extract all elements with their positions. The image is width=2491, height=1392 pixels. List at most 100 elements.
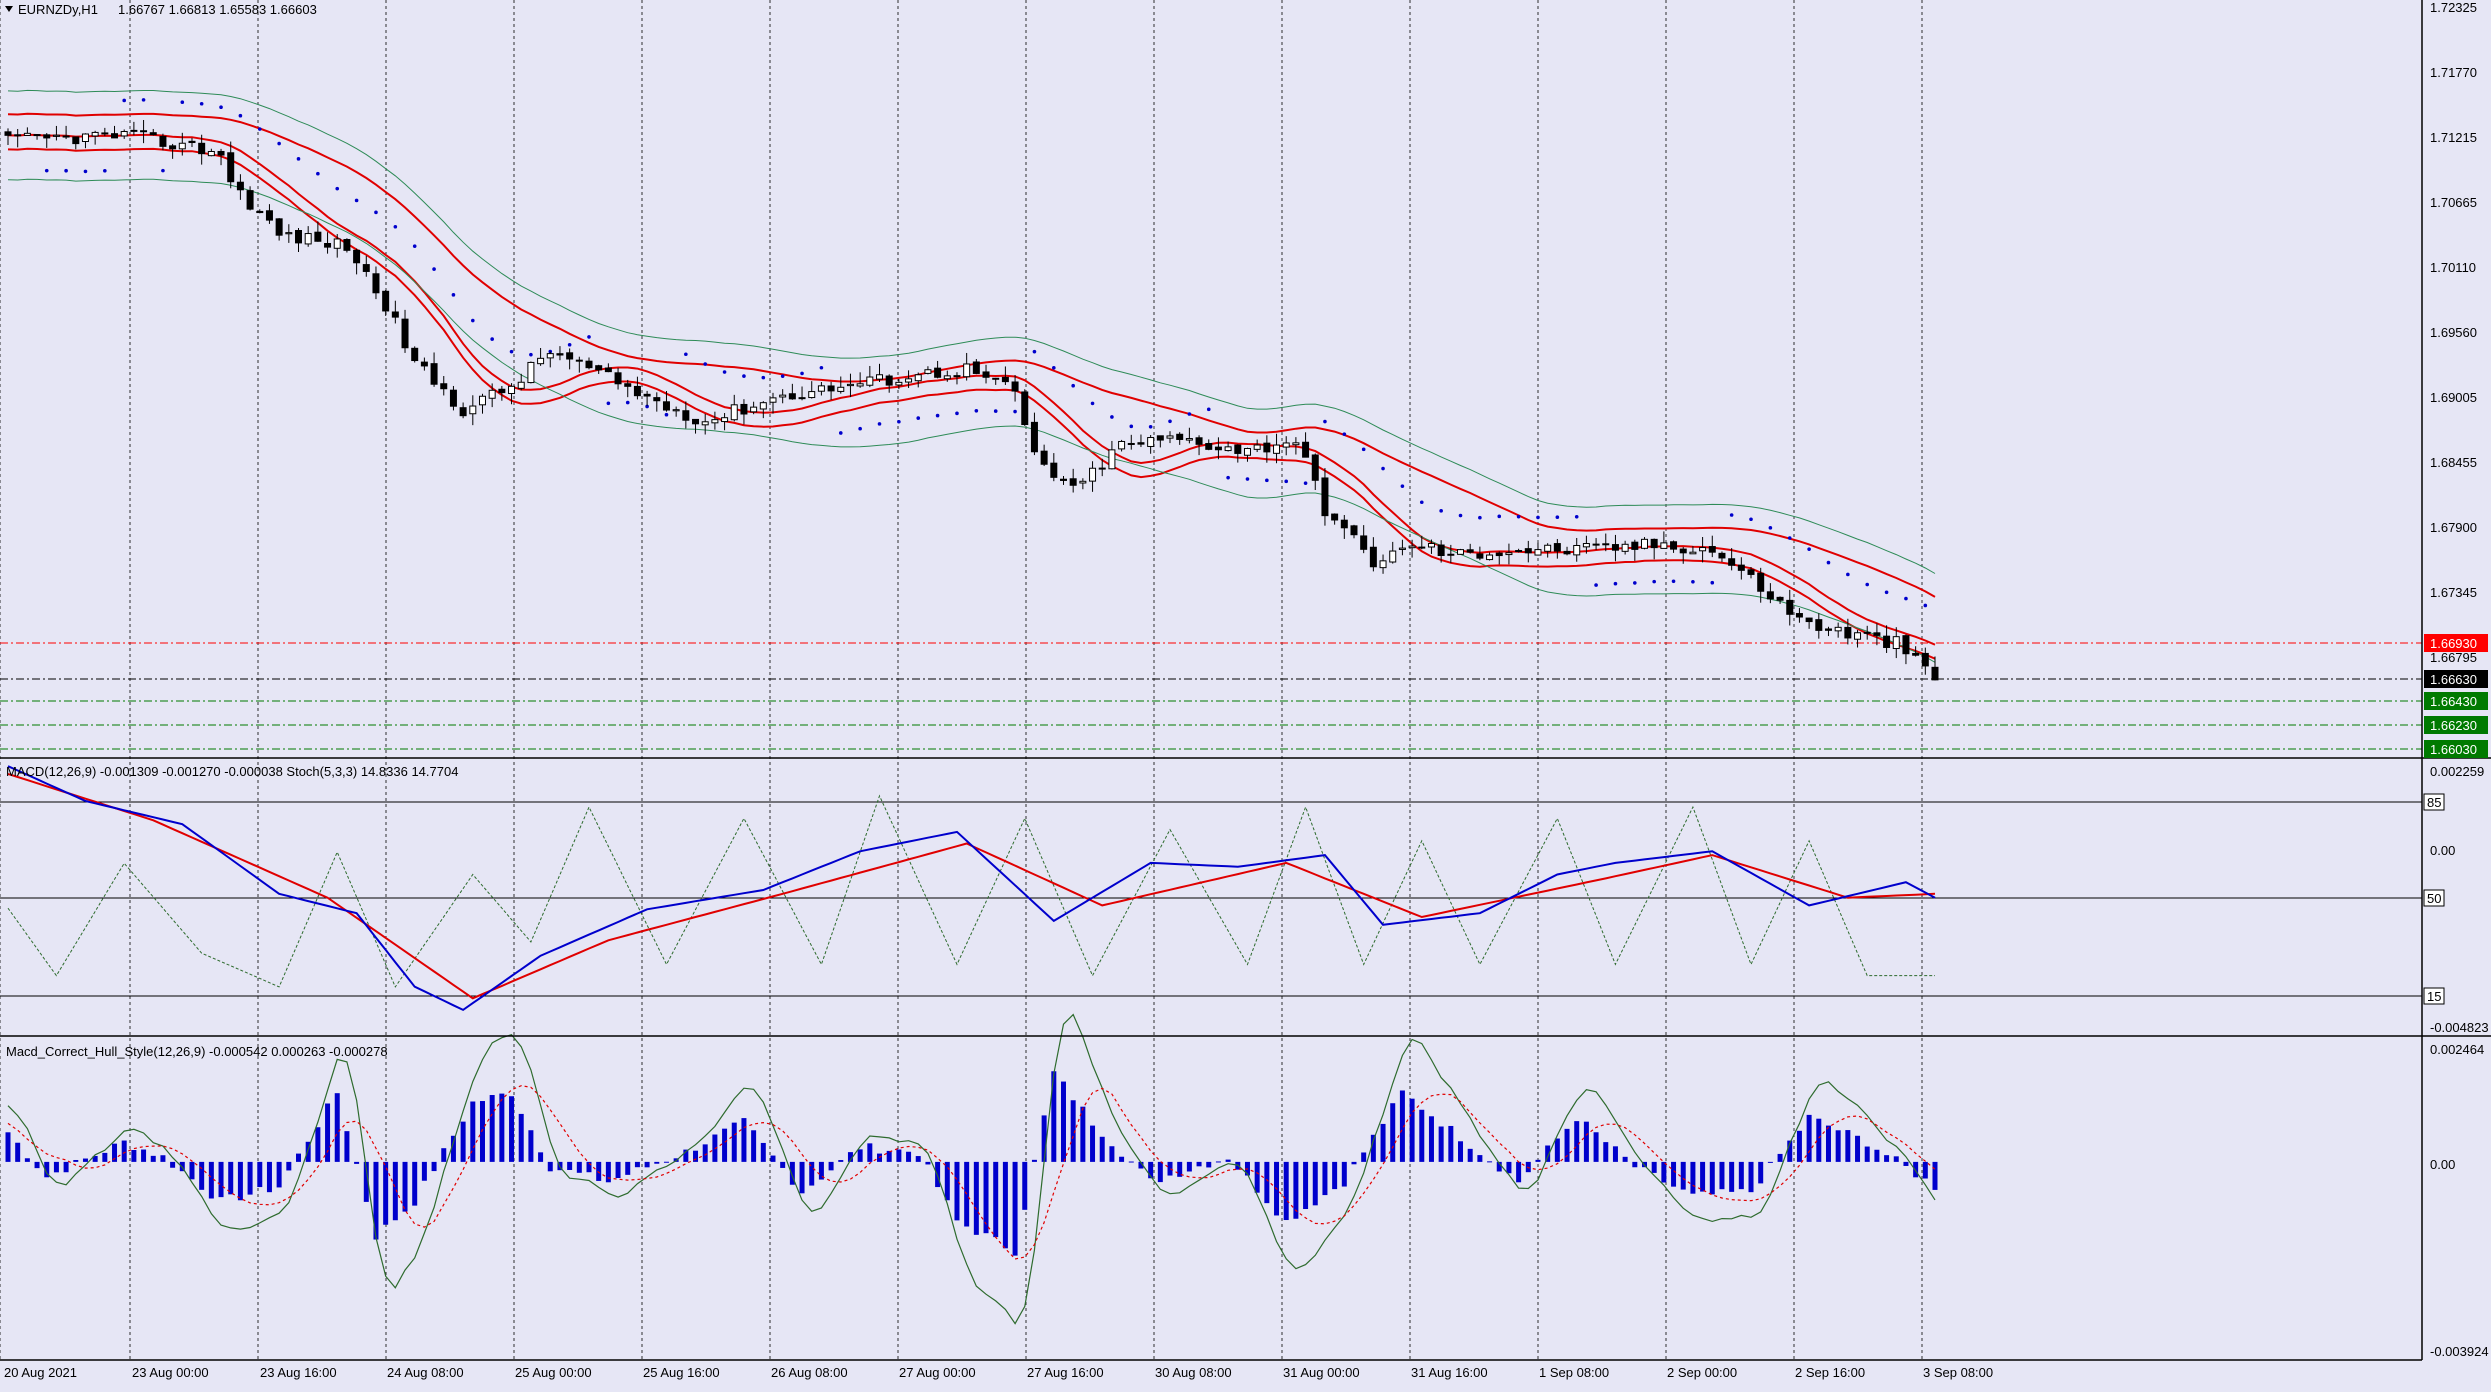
histogram-bar (1312, 1161, 1318, 1206)
sar-dot (1574, 514, 1579, 519)
sar-dot (819, 365, 824, 370)
histogram-bar (615, 1161, 621, 1179)
candle-body (401, 318, 409, 349)
candle-body (23, 132, 31, 136)
candle-body (420, 361, 428, 367)
time-tick: 30 Aug 08:00 (1155, 1365, 1232, 1380)
histogram-bar (1215, 1161, 1221, 1163)
sar-dot (490, 337, 494, 341)
candle-body (876, 374, 884, 380)
hull-tick: 0.00 (2430, 1157, 2455, 1172)
price-tick: 1.67345 (2430, 585, 2477, 600)
histogram-bar (479, 1101, 485, 1162)
candle-body (1737, 564, 1745, 571)
candle-body (33, 134, 41, 137)
hull-tick: -0.003924 (2430, 1344, 2489, 1359)
candle-body (837, 386, 845, 392)
histogram-bar (1622, 1156, 1628, 1162)
sar-dot (1245, 477, 1250, 481)
histogram-bar (1893, 1156, 1899, 1162)
candle-body (1369, 546, 1377, 568)
candle-body (4, 131, 12, 136)
histogram-bar (1516, 1161, 1522, 1183)
histogram-bar (208, 1161, 214, 1199)
candle-body (1408, 545, 1416, 549)
sar-dot (1013, 409, 1017, 414)
sar-dot (1923, 603, 1928, 608)
histogram-bar (838, 1160, 844, 1162)
histogram-bar (1303, 1161, 1309, 1210)
candle-body (740, 403, 748, 415)
histogram-bar (867, 1143, 873, 1162)
histogram-bar (102, 1152, 108, 1162)
sar-dot (684, 352, 688, 357)
candle-body (1824, 628, 1832, 631)
histogram-bar (63, 1161, 69, 1173)
time-tick: 23 Aug 00:00 (132, 1365, 209, 1380)
histogram-bar (1816, 1118, 1822, 1162)
candle-body (236, 181, 244, 191)
sar-dot (838, 431, 843, 435)
sar-dot (103, 168, 107, 173)
histogram-bar (5, 1132, 11, 1162)
histogram-bar (518, 1113, 524, 1162)
candle-body (275, 218, 283, 236)
sar-dot (432, 267, 436, 271)
histogram-bar (1574, 1121, 1580, 1162)
candle-body (1854, 632, 1862, 640)
histogram-bar (1419, 1109, 1425, 1162)
sar-dot (1652, 579, 1656, 584)
histogram-bar (431, 1161, 437, 1172)
sar-dot (471, 318, 475, 323)
candle-body (1340, 519, 1348, 529)
candle-body (1437, 544, 1445, 556)
sar-dot (374, 210, 378, 215)
histogram-bar (1428, 1116, 1434, 1162)
sar-dot (625, 400, 630, 405)
candle-body (895, 381, 903, 386)
histogram-bar (731, 1122, 737, 1162)
histogram-bar (315, 1127, 321, 1162)
candle-body (440, 383, 448, 390)
histogram-bar (1041, 1115, 1047, 1162)
candle-body (827, 385, 835, 392)
candle-body (314, 231, 322, 242)
histogram-bar (663, 1161, 669, 1163)
histogram-bar (596, 1161, 602, 1181)
candle-body (963, 363, 971, 378)
histogram-bar (1651, 1161, 1657, 1173)
histogram-bar (509, 1096, 515, 1162)
candle-body (159, 135, 167, 147)
sar-dot (1129, 424, 1134, 429)
histogram-bar (1002, 1161, 1008, 1249)
candle-body (788, 393, 796, 400)
candle-body (779, 394, 787, 398)
candle-body (662, 401, 670, 411)
histogram-bar (722, 1128, 728, 1162)
candle-body (1360, 535, 1368, 550)
sar-dot (1323, 419, 1327, 424)
sar-dot (529, 352, 533, 357)
candle-body (1505, 552, 1513, 556)
histogram-bar (412, 1161, 418, 1206)
histogram-bar (1409, 1098, 1415, 1162)
histogram-bar (460, 1121, 466, 1162)
histogram-bar (1903, 1161, 1909, 1166)
candle-body (866, 376, 874, 386)
sar-dot (1768, 526, 1773, 530)
candle-body (1883, 635, 1891, 648)
histogram-bar (82, 1158, 88, 1162)
price-tick: 1.66795 (2430, 650, 2477, 665)
histogram-bar (925, 1161, 931, 1165)
candle-body (91, 131, 99, 137)
candle-body (750, 406, 758, 413)
candle-body (1544, 544, 1552, 552)
sar-dot (1633, 581, 1637, 585)
histogram-bar (266, 1161, 272, 1193)
histogram-bar (1922, 1161, 1928, 1179)
candle-body (682, 410, 690, 421)
sar-dot (703, 362, 708, 366)
candle-body (817, 385, 825, 392)
candle-body (1156, 435, 1164, 441)
histogram-bar (24, 1158, 30, 1162)
